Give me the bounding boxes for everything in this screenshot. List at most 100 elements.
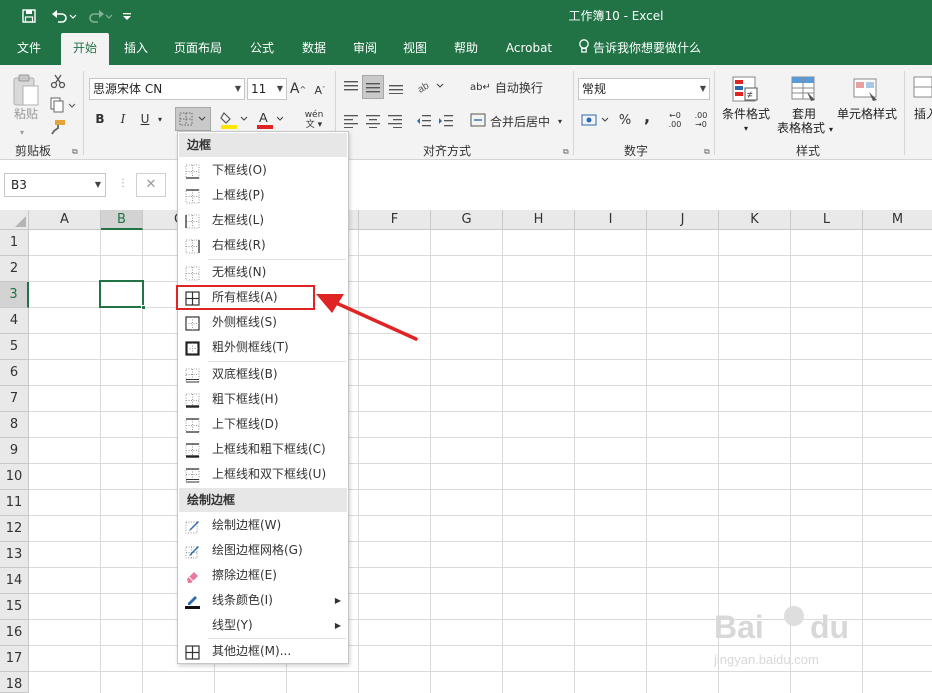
paste-dropdown-icon[interactable]: ▾ — [12, 125, 32, 140]
row-header[interactable]: 3 — [0, 282, 29, 308]
align-left-icon[interactable] — [341, 111, 361, 131]
row-header[interactable]: 10 — [0, 464, 29, 490]
cell-styles-icon[interactable] — [850, 73, 882, 105]
font-name-combo[interactable]: 思源宋体 CN ▼ — [89, 78, 245, 100]
name-box[interactable]: B3 ▼ — [4, 173, 106, 197]
row-header[interactable]: 15 — [0, 594, 29, 620]
insert-cells-icon[interactable] — [912, 73, 932, 103]
row-header[interactable]: 4 — [0, 308, 29, 334]
menu-item-bottom-double-border[interactable]: 双底框线(B) — [179, 362, 347, 387]
align-middle-icon[interactable] — [362, 75, 384, 99]
align-center-icon[interactable] — [363, 111, 383, 131]
tab-insert[interactable]: 插入 — [115, 33, 157, 65]
row-header[interactable]: 16 — [0, 620, 29, 646]
tab-formulas[interactable]: 公式 — [240, 33, 284, 65]
wrap-text-button[interactable]: ab↵ 自动换行 — [470, 77, 550, 97]
format-as-table-icon[interactable] — [788, 73, 820, 105]
number-launcher-icon[interactable]: ⧉ — [704, 147, 710, 157]
italic-button[interactable]: I — [115, 109, 131, 129]
fill-handle[interactable] — [141, 305, 146, 310]
font-color-icon[interactable]: A — [255, 107, 287, 131]
tab-data[interactable]: 数据 — [292, 33, 336, 65]
column-header[interactable]: J — [647, 210, 719, 230]
align-bottom-icon[interactable] — [386, 77, 406, 97]
row-header[interactable]: 11 — [0, 490, 29, 516]
column-header[interactable]: A — [29, 210, 101, 230]
row-header[interactable]: 7 — [0, 386, 29, 412]
cell-styles-button[interactable]: 单元格样式 — [834, 107, 900, 122]
tell-me-box[interactable]: 告诉我你想要做什么 — [578, 33, 701, 65]
increase-decimal-icon[interactable]: ←0.00 — [664, 109, 686, 131]
decrease-indent-icon[interactable] — [414, 111, 434, 131]
menu-item-line-style[interactable]: 线型(Y) ▶ — [179, 613, 347, 638]
row-header[interactable]: 12 — [0, 516, 29, 542]
fill-color-icon[interactable] — [220, 107, 250, 131]
menu-item-more-borders[interactable]: 其他边框(M)... — [179, 639, 347, 664]
row-header[interactable]: 6 — [0, 360, 29, 386]
tab-review[interactable]: 审阅 — [343, 33, 387, 65]
tab-page-layout[interactable]: 页面布局 — [166, 33, 230, 65]
orientation-icon[interactable]: ab — [416, 75, 446, 97]
row-header[interactable]: 8 — [0, 412, 29, 438]
column-header[interactable]: B — [101, 210, 143, 230]
borders-button[interactable] — [175, 107, 211, 131]
increase-indent-icon[interactable] — [436, 111, 456, 131]
phonetic-guide-button[interactable]: wén 文 ▾ — [297, 107, 331, 133]
tab-help[interactable]: 帮助 — [444, 33, 488, 65]
insert-cells-button[interactable]: 插入 — [914, 107, 932, 122]
column-header[interactable]: G — [431, 210, 503, 230]
format-painter-icon[interactable] — [48, 117, 68, 137]
merge-center-button[interactable]: 合并后居中 ▾ — [470, 111, 570, 131]
row-header[interactable]: 13 — [0, 542, 29, 568]
menu-item-top-border[interactable]: 上框线(P) — [179, 183, 347, 208]
percent-button[interactable]: % — [616, 109, 634, 131]
align-top-icon[interactable] — [341, 77, 361, 97]
column-header[interactable]: L — [791, 210, 863, 230]
grow-font-icon[interactable]: A ^ — [290, 79, 306, 99]
selected-cell-b3[interactable] — [99, 280, 146, 310]
underline-button[interactable]: U — [137, 109, 153, 129]
conditional-format-icon[interactable]: ≠ — [729, 73, 761, 105]
row-header[interactable]: 14 — [0, 568, 29, 594]
bold-button[interactable]: B — [92, 109, 108, 129]
clipboard-launcher-icon[interactable]: ⧉ — [72, 147, 78, 157]
font-size-combo[interactable]: 11 ▼ — [247, 78, 287, 100]
column-header[interactable]: H — [503, 210, 575, 230]
menu-item-draw-border-grid[interactable]: 绘图边框网格(G) — [179, 538, 347, 563]
copy-icon[interactable] — [48, 95, 78, 115]
column-header[interactable]: F — [359, 210, 431, 230]
paste-button[interactable]: 粘贴 — [10, 107, 42, 122]
column-header[interactable]: K — [719, 210, 791, 230]
menu-item-left-border[interactable]: 左框线(L) — [179, 208, 347, 233]
format-as-table-button-line2[interactable]: 表格格式 — [770, 121, 832, 136]
menu-item-top-double-bottom-border[interactable]: 上框线和双下框线(U) — [179, 462, 347, 487]
column-header[interactable]: M — [863, 210, 932, 230]
column-header[interactable]: I — [575, 210, 647, 230]
alignment-launcher-icon[interactable]: ⧉ — [563, 147, 569, 157]
underline-dropdown-icon[interactable]: ▾ — [155, 111, 165, 127]
row-header[interactable]: 9 — [0, 438, 29, 464]
comma-button[interactable]: , — [640, 105, 654, 127]
align-right-icon[interactable] — [385, 111, 405, 131]
menu-item-thick-bottom-border[interactable]: 粗下框线(H) — [179, 387, 347, 412]
tab-file[interactable]: 文件 — [6, 33, 52, 65]
menu-item-top-thick-bottom-border[interactable]: 上框线和粗下框线(C) — [179, 437, 347, 462]
menu-item-no-border[interactable]: 无框线(N) — [179, 260, 347, 285]
menu-item-right-border[interactable]: 右框线(R) — [179, 233, 347, 258]
shrink-font-icon[interactable]: Aˇ — [312, 81, 328, 99]
row-header[interactable]: 1 — [0, 230, 29, 256]
menu-item-draw-border[interactable]: 绘制边框(W) — [179, 513, 347, 538]
row-header[interactable]: 5 — [0, 334, 29, 360]
menu-item-erase-border[interactable]: 擦除边框(E) — [179, 563, 347, 588]
accounting-format-icon[interactable] — [580, 109, 612, 131]
row-header[interactable]: 18 — [0, 672, 29, 693]
menu-item-top-bottom-border[interactable]: 上下框线(D) — [179, 412, 347, 437]
format-as-table-button-line1[interactable]: 套用 — [778, 107, 830, 122]
cancel-entry-button[interactable]: ✕ — [136, 173, 166, 197]
menu-item-bottom-border[interactable]: 下框线(O) — [179, 158, 347, 183]
tab-view[interactable]: 视图 — [393, 33, 437, 65]
select-all-corner[interactable] — [0, 210, 29, 230]
tab-acrobat[interactable]: Acrobat — [498, 33, 560, 65]
paste-icon[interactable] — [8, 71, 44, 111]
menu-item-line-color[interactable]: 线条颜色(I) ▶ — [179, 588, 347, 613]
